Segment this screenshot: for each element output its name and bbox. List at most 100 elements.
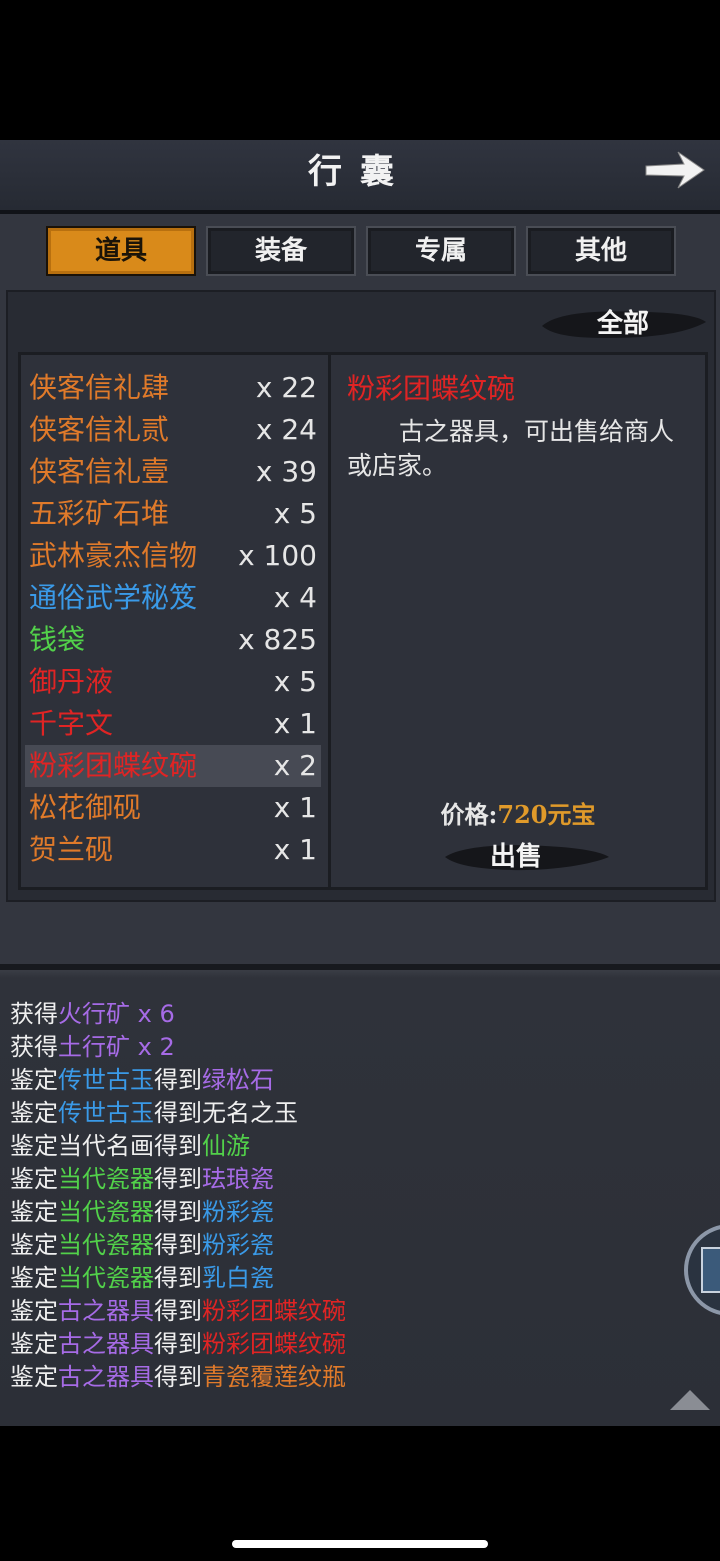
log-segment: 当代瓷器: [58, 1198, 154, 1226]
filter-dropdown[interactable]: 全部: [548, 302, 698, 346]
log-segment: 古之器具: [58, 1297, 154, 1325]
log-line: 鉴定当代瓷器得到珐琅瓷: [10, 1163, 274, 1196]
price-value: 720元宝: [497, 800, 596, 829]
log-segment: 得到: [154, 1264, 202, 1292]
log-segment: 鉴定: [10, 1297, 58, 1325]
log-segment: 火行矿 x 6: [58, 1000, 175, 1028]
log-segment: 得到: [154, 1198, 202, 1226]
log-segment: 古之器具: [58, 1363, 154, 1391]
log-segment: 鉴定当代名画得到: [10, 1132, 202, 1160]
item-name: 贺兰砚: [29, 833, 114, 866]
log-line: 获得土行矿 x 2: [10, 1031, 175, 1064]
page-title: 行囊: [308, 152, 412, 192]
item-list[interactable]: ▀▀▀▀▀ 侠客信礼肆 x 22 侠客信礼贰 x 24 侠客信礼壹 x 39 五彩矿石堆 x …: [18, 352, 332, 890]
log-segment: 得到: [154, 1363, 202, 1391]
item-name: 钱袋: [29, 623, 86, 656]
log-segment: 当代瓷器: [58, 1231, 154, 1259]
list-item[interactable]: 御丹液 x 5: [25, 661, 321, 703]
list-item[interactable]: 五彩矿石堆 x 5: [25, 493, 321, 535]
list-item[interactable]: 通俗武学秘笈 x 4: [25, 577, 321, 619]
log-segment: 绿松石: [202, 1066, 274, 1094]
log-segment: 鉴定: [10, 1330, 58, 1358]
log-segment: 粉彩瓷: [202, 1231, 274, 1259]
item-quantity: x 100: [238, 539, 317, 572]
item-name: 千字文: [29, 707, 114, 740]
item-quantity: x 1: [273, 833, 317, 866]
log-segment: 青瓷覆莲纹瓶: [202, 1363, 346, 1391]
log-segment: 鉴定: [10, 1198, 58, 1226]
item-name: 侠客信礼肆: [29, 371, 170, 404]
list-item[interactable]: 千字文 x 1: [25, 703, 321, 745]
list-item[interactable]: 侠客信礼肆 x 22: [25, 367, 321, 409]
tab-exclusive[interactable]: 专属: [366, 226, 516, 276]
side-menu-icon[interactable]: [680, 1220, 720, 1320]
log-line: 鉴定古之器具得到粉彩团蝶纹碗: [10, 1295, 346, 1328]
log-segment: 获得: [10, 1033, 58, 1061]
tab-equipment[interactable]: 装备: [206, 226, 356, 276]
item-quantity: x 825: [238, 623, 317, 656]
item-quantity: x 1: [273, 707, 317, 740]
list-item[interactable]: 侠客信礼壹 x 39: [25, 451, 321, 493]
item-quantity: x 2: [273, 749, 317, 782]
scroll-up-icon[interactable]: [668, 1386, 712, 1416]
list-item[interactable]: 钱袋 x 825: [25, 619, 321, 661]
log-segment: 乳白瓷: [202, 1264, 274, 1292]
log-segment: 粉彩团蝶纹碗: [202, 1330, 346, 1358]
log-line-partial: ▀▀▀▀▀▀: [10, 964, 121, 982]
item-quantity: x 39: [255, 455, 317, 488]
list-item[interactable]: 侠客信礼贰 x 24: [25, 409, 321, 451]
item-detail: 粉彩团蝶纹碗 古之器具，可出售给商人或店家。 价格:720元宝 出售: [328, 352, 708, 890]
item-name: 御丹液: [29, 665, 114, 698]
log-line: 鉴定当代名画得到仙游: [10, 1130, 250, 1163]
item-quantity: x 1: [273, 791, 317, 824]
item-quantity: x 24: [255, 413, 317, 446]
log-segment: 粉彩瓷: [202, 1198, 274, 1226]
item-quantity: x 5: [273, 497, 317, 530]
log-segment: 粉彩团蝶纹碗: [202, 1297, 346, 1325]
log-segment: 得到: [154, 1330, 202, 1358]
log-segment: 得到: [154, 1165, 202, 1193]
log-segment: 传世古玉: [58, 1099, 154, 1127]
tab-other[interactable]: 其他: [526, 226, 676, 276]
log-line: 获得火行矿 x 6: [10, 998, 175, 1031]
price-row: 价格:720元宝: [331, 795, 705, 830]
log-line: 鉴定当代瓷器得到乳白瓷: [10, 1262, 274, 1295]
log-segment: 得到: [154, 1297, 202, 1325]
home-indicator: [232, 1540, 488, 1548]
log-line: 鉴定古之器具得到青瓷覆莲纹瓶: [10, 1361, 346, 1394]
log-line: 鉴定传世古玉得到绿松石: [10, 1064, 274, 1097]
log-segment: 得到: [154, 1231, 202, 1259]
list-item[interactable]: 松花御砚 x 1: [25, 787, 321, 829]
item-quantity: x 5: [273, 665, 317, 698]
log-segment: 古之器具: [58, 1330, 154, 1358]
message-log[interactable]: ▀▀▀▀▀▀ 获得火行矿 x 6 获得土行矿 x 2 鉴定传世古玉得到绿松石 鉴定传世…: [0, 964, 720, 1426]
detail-item-name: 粉彩团蝶纹碗: [347, 372, 516, 405]
log-segment: 珐琅瓷: [202, 1165, 274, 1193]
price-label: 价格:: [440, 800, 498, 829]
list-item[interactable]: 武林豪杰信物 x 100: [25, 535, 321, 577]
log-segment: 土行矿 x 2: [58, 1033, 175, 1061]
detail-description: 古之器具，可出售给商人或店家。: [347, 417, 675, 480]
log-segment: 当代瓷器: [58, 1264, 154, 1292]
item-name: 松花御砚: [29, 791, 142, 824]
log-line: 鉴定当代瓷器得到粉彩瓷: [10, 1229, 274, 1262]
right-arrow-icon[interactable]: [640, 146, 710, 194]
inventory-panel: 全部 ▀▀▀▀▀ 侠客信礼肆 x 22 侠客信礼贰 x 24 侠客信礼壹 x 39 五彩矿石…: [6, 290, 716, 902]
log-segment: 鉴定: [10, 1363, 58, 1391]
log-segment: 鉴定: [10, 1231, 58, 1259]
item-name: 通俗武学秘笈: [29, 581, 198, 614]
log-line: 鉴定当代瓷器得到粉彩瓷: [10, 1196, 274, 1229]
log-segment: 得到: [154, 1066, 202, 1094]
list-item[interactable]: 粉彩团蝶纹碗 x 2: [25, 745, 321, 787]
item-name: 五彩矿石堆: [29, 497, 170, 530]
log-segment: 当代瓷器: [58, 1165, 154, 1193]
log-line: 鉴定古之器具得到粉彩团蝶纹碗: [10, 1328, 346, 1361]
inventory-main: 道具 装备 专属 其他 全部 ▀▀▀▀▀ 侠客信礼肆x 22侠客信礼贰x 24侠…: [0, 214, 720, 964]
item-name: 侠客信礼壹: [29, 455, 170, 488]
log-segment: 鉴定: [10, 1099, 58, 1127]
list-item[interactable]: 贺兰砚 x 1: [25, 829, 321, 871]
header-bar: 行囊: [0, 140, 720, 214]
log-line: 鉴定传世古玉得到无名之玉: [10, 1097, 298, 1130]
sell-button[interactable]: 出售: [441, 835, 591, 879]
tab-items[interactable]: 道具: [46, 226, 196, 276]
